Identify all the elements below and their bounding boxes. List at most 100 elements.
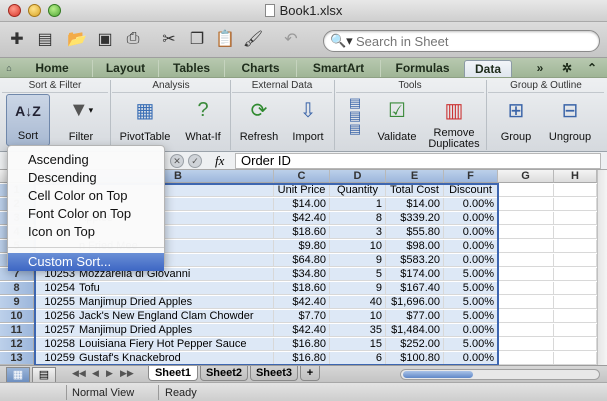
what-if-button[interactable]: ? What-If: [178, 96, 228, 143]
table-cell[interactable]: [554, 268, 597, 281]
table-cell[interactable]: [498, 296, 554, 309]
copy-icon[interactable]: ❐: [186, 28, 208, 50]
table-cell[interactable]: $98.00: [386, 240, 444, 253]
table-cell[interactable]: [498, 282, 554, 295]
table-cell[interactable]: 9: [330, 282, 386, 295]
prev-sheet-icon[interactable]: ◀: [92, 368, 99, 379]
group-button[interactable]: ⊞ Group: [492, 96, 540, 143]
first-sheet-icon[interactable]: ◀◀: [72, 368, 86, 379]
tab-smartart[interactable]: SmartArt: [296, 60, 380, 77]
table-cell[interactable]: 5.00%: [444, 296, 498, 309]
table-cell[interactable]: $64.80: [274, 254, 330, 267]
table-cell[interactable]: [554, 212, 597, 225]
accept-formula-icon[interactable]: ✓: [188, 154, 202, 168]
table-cell[interactable]: 35: [330, 324, 386, 337]
table-cell[interactable]: 40: [330, 296, 386, 309]
table-cell[interactable]: [498, 226, 554, 239]
table-cell[interactable]: [498, 240, 554, 253]
table-cell[interactable]: $16.80: [274, 338, 330, 351]
table-cell[interactable]: [554, 324, 597, 337]
table-cell[interactable]: [498, 254, 554, 267]
table-cell[interactable]: 1: [330, 198, 386, 211]
import-button[interactable]: ⇩ Import: [284, 96, 332, 143]
sheet-tab-3[interactable]: Sheet3: [250, 366, 298, 381]
table-cell[interactable]: 6: [330, 352, 386, 365]
table-cell[interactable]: [554, 338, 597, 351]
table-cell[interactable]: 3: [330, 226, 386, 239]
table-cell[interactable]: $18.60: [274, 282, 330, 295]
table-cell[interactable]: [554, 282, 597, 295]
table-cell[interactable]: 10254 Tofu: [34, 282, 274, 295]
table-cell[interactable]: 0.00%: [444, 212, 498, 225]
row-header[interactable]: 9: [0, 296, 34, 309]
table-cell[interactable]: 15: [330, 338, 386, 351]
refresh-button[interactable]: ⟳ Refresh: [234, 96, 284, 143]
table-cell[interactable]: 10258 Louisiana Fiery Hot Pepper Sauce: [34, 338, 274, 351]
text-to-columns-icon[interactable]: ▤ ▤ ▤: [340, 96, 370, 136]
pivottable-button[interactable]: ▦ PivotTable: [116, 96, 174, 143]
sort-button[interactable]: A↓Z Sort: [6, 94, 50, 146]
horizontal-scrollbar[interactable]: [400, 369, 600, 380]
undo-icon[interactable]: ↶: [280, 28, 302, 50]
formula-input[interactable]: Order ID: [235, 153, 601, 169]
table-cell[interactable]: [498, 338, 554, 351]
column-header-f[interactable]: F: [444, 170, 498, 183]
table-cell[interactable]: $339.20: [386, 212, 444, 225]
tab-home[interactable]: Home: [12, 60, 92, 77]
ungroup-button[interactable]: ⊟ Ungroup: [542, 96, 598, 143]
table-cell[interactable]: $14.00: [274, 198, 330, 211]
last-sheet-icon[interactable]: ▶▶: [120, 368, 134, 379]
page-layout-view-icon[interactable]: ▤: [32, 367, 56, 383]
table-cell[interactable]: $7.70: [274, 310, 330, 323]
table-cell[interactable]: $42.40: [274, 212, 330, 225]
row-header[interactable]: 13: [0, 352, 34, 365]
table-cell[interactable]: 5.00%: [444, 268, 498, 281]
table-cell[interactable]: [554, 296, 597, 309]
row-header[interactable]: 10: [0, 310, 34, 323]
table-cell[interactable]: 0.00%: [444, 254, 498, 267]
templates-icon[interactable]: ▤: [34, 28, 56, 50]
table-cell[interactable]: 8: [330, 212, 386, 225]
tab-tables[interactable]: Tables: [158, 60, 224, 77]
print-icon[interactable]: ⎙: [122, 28, 144, 50]
table-cell[interactable]: $14.00: [386, 198, 444, 211]
table-cell[interactable]: [554, 240, 597, 253]
table-cell[interactable]: 10256 Jack's New England Clam Chowder: [34, 310, 274, 323]
table-cell[interactable]: $9.80: [274, 240, 330, 253]
table-cell[interactable]: 5.00%: [444, 338, 498, 351]
add-sheet-button[interactable]: +: [300, 366, 320, 381]
table-cell[interactable]: $42.40: [274, 296, 330, 309]
table-cell[interactable]: [554, 352, 597, 365]
header-cell[interactable]: Total Cost: [386, 184, 444, 197]
tab-data[interactable]: Data: [464, 60, 512, 77]
table-cell[interactable]: 0.00%: [444, 324, 498, 337]
collapse-ribbon-icon[interactable]: ⌃: [582, 60, 602, 77]
table-cell[interactable]: [498, 184, 554, 197]
table-cell[interactable]: 5.00%: [444, 282, 498, 295]
menu-item-ascending[interactable]: Ascending: [8, 151, 164, 169]
more-tabs-icon[interactable]: »: [528, 60, 552, 77]
column-header-g[interactable]: G: [498, 170, 554, 183]
next-sheet-icon[interactable]: ▶: [106, 368, 113, 379]
open-icon[interactable]: 📂: [66, 28, 88, 50]
save-icon[interactable]: ▣: [94, 28, 116, 50]
menu-item-font-color-on-top[interactable]: Font Color on Top: [8, 205, 164, 223]
cancel-formula-icon[interactable]: ✕: [170, 154, 184, 168]
table-cell[interactable]: 10: [330, 240, 386, 253]
table-cell[interactable]: 5.00%: [444, 310, 498, 323]
search-input[interactable]: [356, 33, 591, 49]
table-cell[interactable]: [498, 212, 554, 225]
normal-view-icon[interactable]: ▦: [6, 367, 30, 383]
column-header-h[interactable]: H: [554, 170, 597, 183]
table-cell[interactable]: 5: [330, 268, 386, 281]
tab-charts[interactable]: Charts: [224, 60, 296, 77]
filter-button[interactable]: ▼ ▾ Filter: [56, 96, 106, 143]
ribbon-options-icon[interactable]: ✲: [556, 60, 578, 77]
table-cell[interactable]: 0.00%: [444, 240, 498, 253]
table-cell[interactable]: 0.00%: [444, 226, 498, 239]
header-cell[interactable]: Quantity: [330, 184, 386, 197]
table-cell[interactable]: 0.00%: [444, 198, 498, 211]
table-cell[interactable]: $174.00: [386, 268, 444, 281]
table-cell[interactable]: 10259 Gustaf's Knackebrod: [34, 352, 274, 365]
table-cell[interactable]: $18.60: [274, 226, 330, 239]
